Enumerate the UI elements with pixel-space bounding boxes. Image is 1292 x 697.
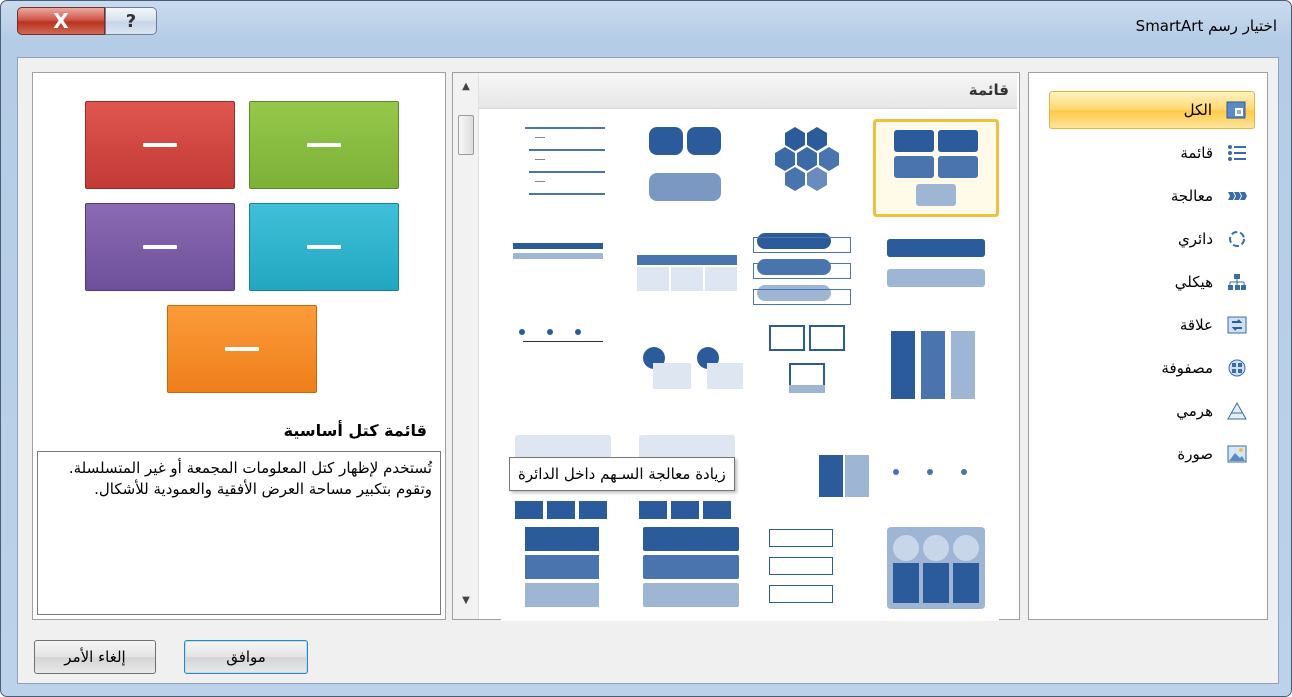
- dialog-client-area: الكل قائمة معالجة دائري هيكلي علاقة مصفو…: [17, 57, 1279, 684]
- layout-tooltip: زيادة معالجة السـهم داخل الدائرة: [509, 457, 735, 491]
- preview-block-purple: [85, 203, 235, 291]
- category-process[interactable]: معالجة: [1049, 177, 1255, 215]
- preview-block-cyan: [249, 203, 399, 291]
- category-label: معالجة: [1170, 187, 1213, 205]
- list-icon: [1227, 143, 1247, 163]
- category-label: هيكلي: [1174, 273, 1213, 291]
- title-bar: X ? اختيار رسم SmartArt: [1, 1, 1291, 53]
- pyramid-icon: [1227, 401, 1247, 421]
- category-label: هرمي: [1176, 402, 1213, 420]
- cycle-icon: [1227, 229, 1247, 249]
- relationship-icon: [1227, 315, 1247, 335]
- category-label: الكل: [1183, 101, 1212, 119]
- help-button[interactable]: ?: [105, 7, 157, 35]
- category-label: صورة: [1177, 445, 1213, 463]
- picture-icon: [1227, 444, 1247, 464]
- category-all[interactable]: الكل: [1049, 91, 1255, 129]
- layout-thumbnail-picture-caption-list[interactable]: [749, 319, 875, 417]
- layout-thumbnail-vertical-block-columns[interactable]: [873, 319, 999, 417]
- category-pyramid[interactable]: هرمي: [1049, 392, 1255, 430]
- layout-thumbnail-tabbed-list[interactable]: [625, 523, 751, 621]
- gallery-scrollbar[interactable]: ▲ ▼: [453, 73, 479, 619]
- layout-thumbnail-increasing-circle-process[interactable]: [749, 431, 875, 529]
- layout-thumbnail-basic-block-list[interactable]: [873, 119, 999, 217]
- smartart-dialog: X ? اختيار رسم SmartArt الكل قائمة معالج: [0, 0, 1292, 697]
- window-title: اختيار رسم SmartArt: [1135, 17, 1277, 35]
- category-list-item[interactable]: قائمة: [1049, 134, 1255, 172]
- layout-thumbnail-circle-columns[interactable]: [873, 523, 999, 621]
- category-label: دائري: [1177, 230, 1213, 248]
- process-icon: [1227, 186, 1247, 206]
- category-picture[interactable]: صورة: [1049, 435, 1255, 473]
- layout-title: قائمة كتل أساسية: [283, 421, 427, 440]
- layout-thumbnail-hexagon-cluster[interactable]: [749, 119, 875, 217]
- layout-thumbnail-rounded-blocks[interactable]: [625, 119, 751, 217]
- gallery-header-label: قائمة: [968, 81, 1009, 99]
- scroll-down-arrow-icon[interactable]: ▼: [459, 595, 473, 606]
- category-label: مصفوفة: [1161, 359, 1213, 377]
- layout-thumbnail-lined-list[interactable]: [501, 227, 627, 325]
- layout-description: تُستخدم لإظهار كتل المعلومات المجمعة أو …: [37, 451, 441, 615]
- all-icon: [1226, 100, 1246, 120]
- category-cycle[interactable]: دائري: [1049, 220, 1255, 258]
- category-label: علاقة: [1179, 316, 1213, 334]
- category-matrix[interactable]: مصفوفة: [1049, 349, 1255, 387]
- category-relationship[interactable]: علاقة: [1049, 306, 1255, 344]
- layout-thumbnail-stacked-list[interactable]: [749, 227, 875, 325]
- layout-thumbnail-table-list[interactable]: [625, 227, 751, 325]
- close-button[interactable]: X: [17, 7, 105, 35]
- hierarchy-icon: [1227, 272, 1247, 292]
- layout-thumbnail-circle-tab-list[interactable]: [625, 319, 751, 417]
- preview-block-orange: [167, 305, 317, 393]
- layout-preview: قائمة كتل أساسية تُستخدم لإظهار كتل المع…: [32, 72, 446, 620]
- layout-gallery: ▲ ▼ قائمة زيادة معالجة السـهم داخل الدائ…: [452, 72, 1020, 621]
- preview-block-green: [249, 101, 399, 189]
- scroll-up-arrow-icon[interactable]: ▲: [459, 81, 473, 92]
- preview-block-red: [85, 101, 235, 189]
- layout-thumbnail-timeline-points[interactable]: [501, 319, 627, 417]
- scroll-thumb[interactable]: [458, 115, 474, 155]
- layout-thumbnail-horizontal-bullet-list[interactable]: [873, 227, 999, 325]
- layout-thumbnail-pin-list[interactable]: [873, 431, 999, 529]
- layout-thumbnail-staggered-blocks[interactable]: [501, 523, 627, 621]
- ok-button[interactable]: موافق: [184, 640, 308, 674]
- category-hierarchy[interactable]: هيكلي: [1049, 263, 1255, 301]
- cancel-button[interactable]: إلغاء الأمر: [34, 640, 156, 674]
- close-icon: X: [53, 9, 69, 33]
- category-list: الكل قائمة معالجة دائري هيكلي علاقة مصفو…: [1028, 72, 1268, 620]
- category-label: قائمة: [1180, 144, 1213, 162]
- help-icon: ?: [125, 10, 137, 32]
- layout-thumbnail-vertical-bullet-list[interactable]: [501, 119, 627, 217]
- layout-thumbnail-vertical-box-list[interactable]: [749, 523, 875, 621]
- matrix-icon: [1227, 358, 1247, 378]
- gallery-header: قائمة: [479, 73, 1017, 109]
